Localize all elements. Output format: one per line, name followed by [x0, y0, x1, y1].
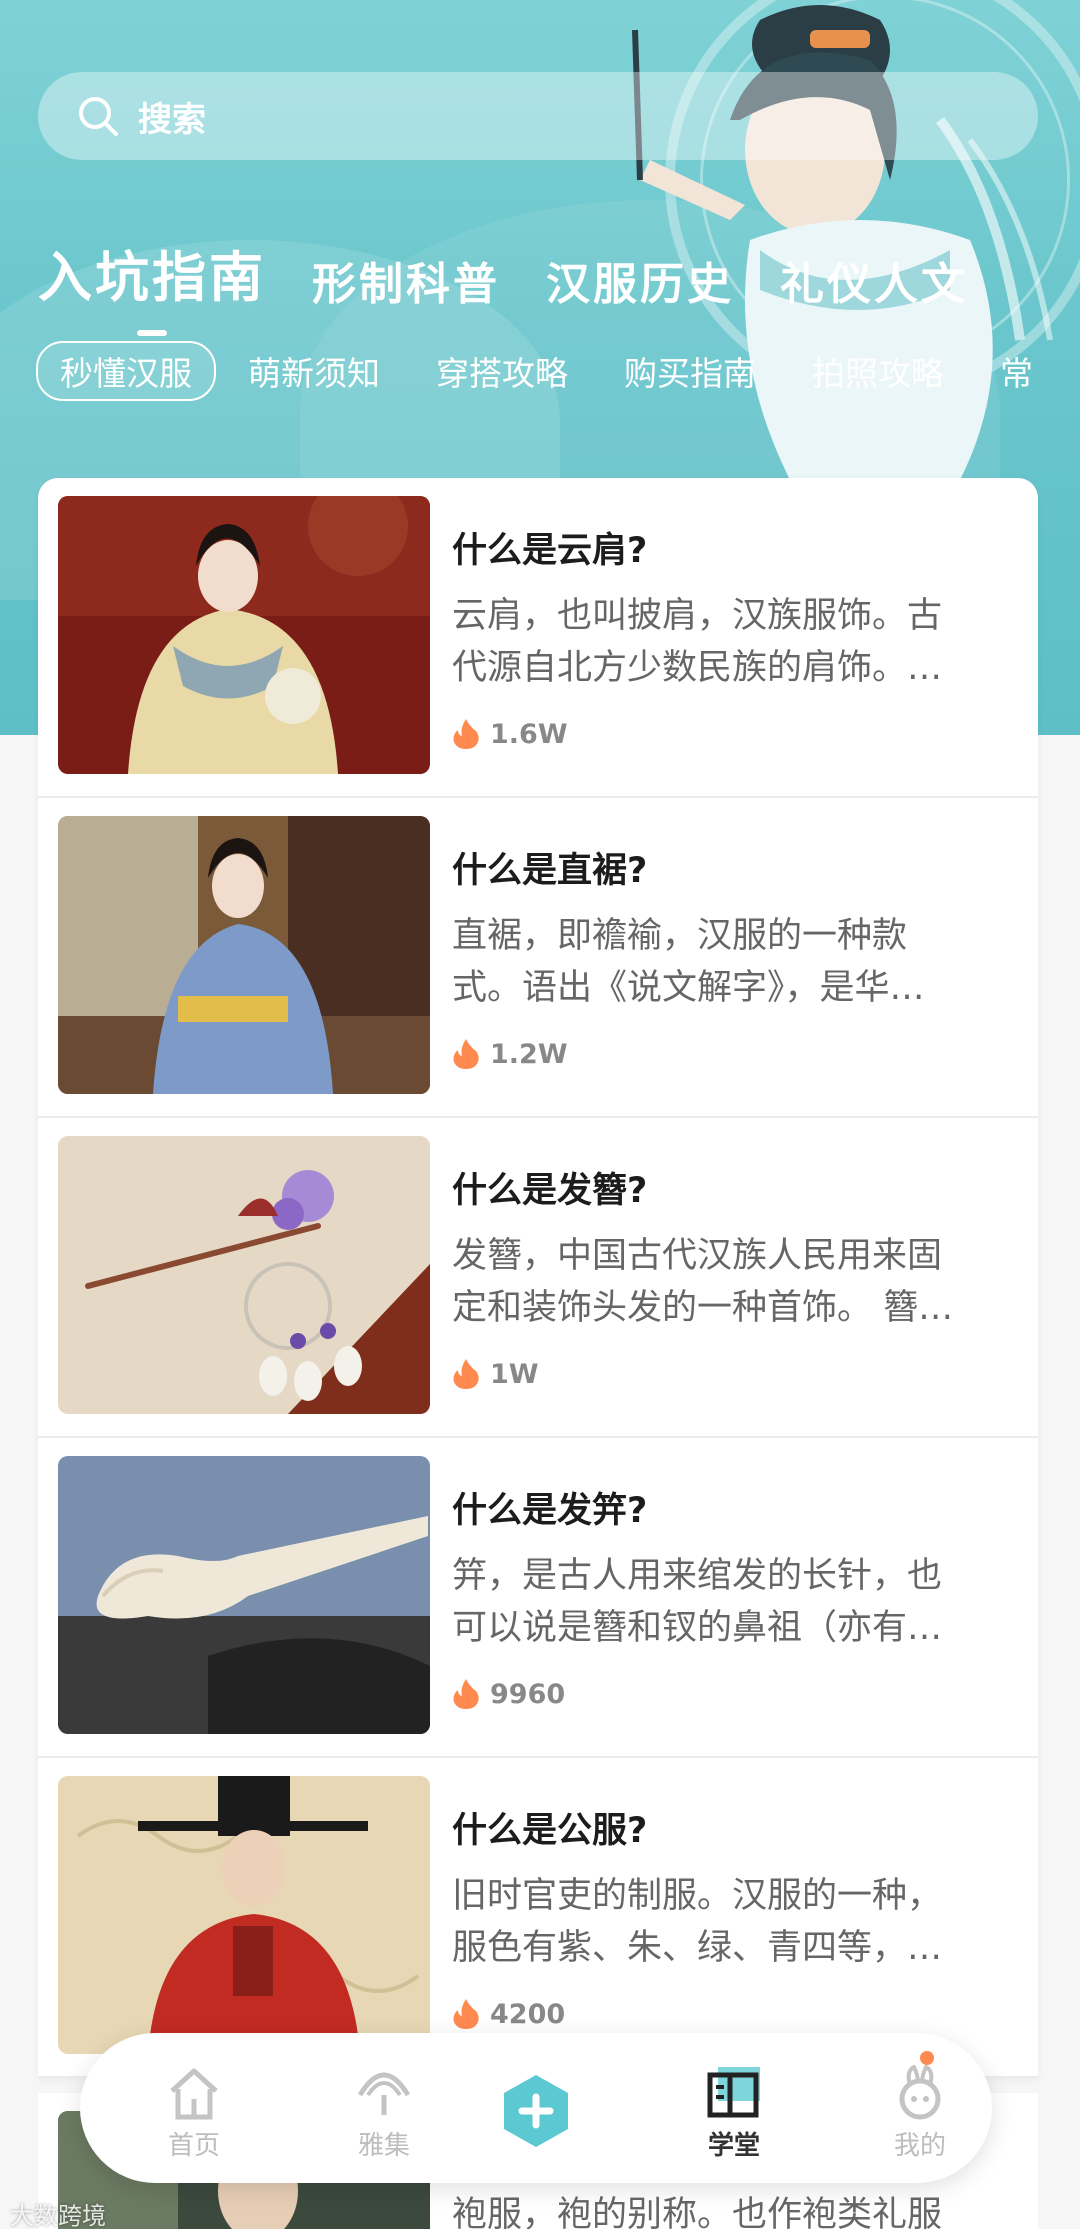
article-title: 什么是公服? [452, 1811, 648, 1851]
book-icon [707, 2067, 760, 2118]
description-line: 袍服，袍的别称。也作袍类礼服 [452, 2195, 943, 2229]
nav-label: 学堂 [707, 2131, 760, 2161]
nav-home[interactable]: 首页 [134, 2065, 254, 2162]
nav-label: 首页 [167, 2131, 220, 2161]
chip-hanfu-basics[interactable]: 秒懂汉服 [36, 341, 216, 401]
notification-badge [920, 2051, 934, 2065]
nav-label: 雅集 [357, 2131, 410, 2161]
fire-icon [453, 1359, 479, 1389]
description-line: 代源自北方少数民族的肩饰。… [452, 648, 943, 688]
view-count-value: 1.2W [490, 1038, 568, 1070]
description-line: 发簪，中国古代汉族人民用来固 [452, 1236, 943, 1276]
description-line: 云肩，也叫披肩，汉族服饰。古 [452, 596, 943, 636]
umbrella-icon [357, 2072, 411, 2115]
article-item[interactable]: 什么是发笄? 笄，是古人用来绾发的长针，也 可以说是簪和钗的鼻祖（亦有… 996… [38, 1438, 1038, 1758]
tab-etiquette-culture[interactable]: 礼仪人文 [780, 248, 968, 312]
tab-beginner-guide[interactable]: 入坑指南 [38, 233, 266, 336]
category-tabs: 入坑指南 形制科普 汉服历史 礼仪人文 [38, 232, 1014, 336]
search-placeholder: 搜索 [138, 99, 206, 140]
article-item[interactable]: 什么是发簪? 发簪，中国古代汉族人民用来固 定和装饰头发的一种首饰。 簪… 1W [38, 1118, 1038, 1438]
chip-more[interactable]: 常 [1000, 347, 1033, 395]
subcategory-chips: 秒懂汉服 萌新须知 穿搭攻略 购买指南 拍照攻略 常 [36, 341, 1080, 401]
search-icon [79, 97, 118, 136]
article-title: 什么是发簪? [452, 1171, 648, 1211]
nav-label: 我的 [893, 2131, 946, 2161]
article-item[interactable]: 什么是直裾? 直裾，即襜褕，汉服的一种款 式。语出《说文解字》，是华… 1.2W [38, 798, 1038, 1118]
article-thumbnail [58, 496, 430, 774]
chip-buying-guide[interactable]: 购买指南 [624, 347, 756, 395]
bottom-navigation: 首页 雅集 学堂 我的 [80, 2033, 992, 2183]
article-thumbnail [58, 1456, 430, 1734]
chip-newbie-notes[interactable]: 萌新须知 [248, 347, 380, 395]
article-title: 什么是发笄? [452, 1491, 648, 1531]
view-count: 1W [452, 1358, 539, 1390]
view-count-value: 1.6W [490, 718, 568, 750]
article-title: 什么是云肩? [452, 531, 648, 571]
article-description: 袍服，袍的别称。也作袍类礼服 [452, 2189, 1012, 2229]
article-item[interactable]: 什么是云肩? 云肩，也叫披肩，汉族服饰。古 代源自北方少数民族的肩饰。… 1.6… [38, 478, 1038, 798]
fire-icon [453, 1039, 479, 1069]
tab-style-science[interactable]: 形制科普 [312, 248, 500, 312]
article-description: 云肩，也叫披肩，汉族服饰。古 代源自北方少数民族的肩饰。… [452, 590, 1012, 694]
nav-mine[interactable]: 我的 [860, 2065, 980, 2162]
article-title: 什么是直裾? [452, 851, 648, 891]
article-thumbnail [58, 1776, 430, 2054]
nav-school[interactable]: 学堂 [674, 2065, 794, 2162]
search-bar[interactable]: 搜索 [38, 72, 1038, 160]
article-thumbnail [58, 1136, 430, 1414]
chip-outfit-tips[interactable]: 穿搭攻略 [436, 347, 568, 395]
home-icon [170, 2068, 218, 2120]
view-count-value: 1W [490, 1358, 539, 1390]
view-count: 1.2W [452, 1038, 568, 1070]
chip-photo-tips[interactable]: 拍照攻略 [812, 347, 944, 395]
view-count: 9960 [452, 1678, 565, 1710]
description-line: 旧时官吏的制服。汉服的一种， [452, 1876, 943, 1916]
view-count-value: 9960 [490, 1678, 566, 1710]
description-line: 式。语出《说文解字》，是华… [452, 968, 925, 1008]
add-post-button[interactable] [498, 2073, 574, 2149]
article-item[interactable]: 什么是公服? 旧时官吏的制服。汉服的一种， 服色有紫、朱、绿、青四等，… 420… [38, 1758, 1038, 2078]
description-line: 可以说是簪和钗的鼻祖（亦有… [452, 1608, 943, 1648]
view-count: 4200 [452, 1998, 565, 2030]
description-line: 服色有紫、朱、绿、青四等，… [452, 1928, 943, 1968]
fire-icon [453, 1679, 479, 1709]
article-description: 笄，是古人用来绾发的长针，也 可以说是簪和钗的鼻祖（亦有… [452, 1550, 1012, 1654]
description-line: 笄，是古人用来绾发的长针，也 [452, 1556, 943, 1596]
article-description: 直裾，即襜褕，汉服的一种款 式。语出《说文解字》，是华… [452, 910, 1012, 1014]
description-line: 定和装饰头发的一种首饰。 簪… [452, 1288, 954, 1328]
view-count: 1.6W [452, 718, 568, 750]
description-line: 直裾，即襜褕，汉服的一种款 [452, 916, 908, 956]
watermark: 大数跨境 [10, 2202, 106, 2229]
article-description: 旧时官吏的制服。汉服的一种， 服色有紫、朱、绿、青四等，… [452, 1870, 1012, 1974]
article-thumbnail [58, 816, 430, 1094]
article-description: 发簪，中国古代汉族人民用来固 定和装饰头发的一种首饰。 簪… [452, 1230, 1012, 1334]
profile-icon [899, 2065, 941, 2120]
tab-hanfu-history[interactable]: 汉服历史 [546, 248, 734, 312]
fire-icon [453, 1999, 479, 2029]
fire-icon [453, 719, 479, 749]
view-count-value: 4200 [490, 1998, 566, 2030]
nav-collection[interactable]: 雅集 [324, 2065, 444, 2162]
article-list: 什么是云肩? 云肩，也叫披肩，汉族服饰。古 代源自北方少数民族的肩饰。… 1.6… [38, 478, 1038, 2078]
